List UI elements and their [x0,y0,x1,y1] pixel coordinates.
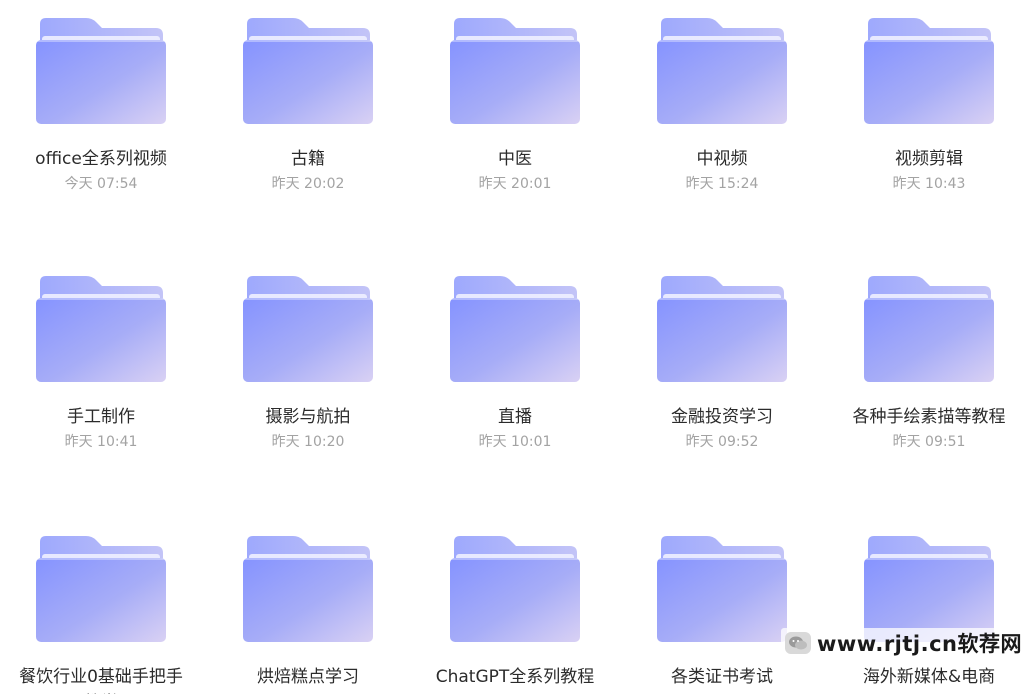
folder-item-sheying[interactable]: 摄影与航拍 昨天 10:20 [213,276,403,452]
folder-icon [243,536,373,642]
folder-grid: office全系列视频 今天 07:54 古籍 昨天 20:02 中医 昨天 2… [0,0,1034,694]
folder-name: 烘焙糕点学习 [257,667,359,687]
folder-item-hongbei[interactable]: 烘焙糕点学习 [213,536,403,692]
folder-icon [450,18,580,124]
folder-name: 中视频 [696,149,748,169]
folder-name: 视频剪辑 [895,149,963,169]
folder-name: 摄影与航拍 [265,407,351,427]
folder-name: office全系列视频 [35,149,167,169]
folder-date: 昨天 10:01 [478,434,552,450]
folder-name: 各类证书考试 [671,667,773,687]
folder-item-zhibo[interactable]: 直播 昨天 10:01 [420,276,610,452]
folder-date: 今天 07:54 [64,176,138,192]
folder-date: 昨天 09:51 [892,434,966,450]
folder-item-shougong[interactable]: 手工制作 昨天 10:41 [6,276,196,452]
folder-name: 古籍 [291,149,325,169]
folder-item-shouhui[interactable]: 各种手绘素描等教程 昨天 09:51 [834,276,1024,452]
folder-name: 直播 [498,407,532,427]
folder-item-zhongshipin[interactable]: 中视频 昨天 15:24 [627,18,817,194]
folder-icon [36,18,166,124]
watermark-text: www.rjtj.cn软荐网 [816,632,1022,656]
folder-date: 昨天 10:43 [892,176,966,192]
folder-icon [657,536,787,642]
folder-icon [864,276,994,382]
folder-date: 昨天 09:52 [685,434,759,450]
folder-item-haiwai[interactable]: 海外新媒体&电商 [834,536,1024,692]
folder-name: 餐饮行业0基础手把手教学 [19,667,183,694]
folder-icon [657,276,787,382]
folder-date: 昨天 15:24 [685,176,759,192]
folder-icon [657,18,787,124]
folder-icon [450,536,580,642]
folder-date: 昨天 20:02 [271,176,345,192]
folder-name: ChatGPT全系列教程 [435,667,595,687]
folder-item-chatgpt[interactable]: ChatGPT全系列教程 [420,536,610,692]
folder-date: 昨天 20:01 [478,176,552,192]
folder-name: 海外新媒体&电商 [862,667,996,687]
folder-icon [450,276,580,382]
folder-name: 手工制作 [67,407,135,427]
folder-item-zhongyi[interactable]: 中医 昨天 20:01 [420,18,610,194]
folder-icon [36,536,166,642]
folder-icon [243,276,373,382]
folder-name: 中医 [498,149,532,169]
folder-item-canyin[interactable]: 餐饮行业0基础手把手教学 [6,536,196,694]
folder-icon [36,276,166,382]
folder-item-zhengshu[interactable]: 各类证书考试 [627,536,817,692]
folder-icon [243,18,373,124]
folder-name: 各种手绘素描等教程 [852,407,1006,427]
folder-date: 昨天 10:20 [271,434,345,450]
folder-name: 金融投资学习 [671,407,773,427]
folder-date: 昨天 10:41 [64,434,138,450]
folder-item-office[interactable]: office全系列视频 今天 07:54 [6,18,196,194]
wechat-icon [784,632,811,654]
folder-icon [864,18,994,124]
folder-icon [864,536,994,642]
watermark: www.rjtj.cn软荐网 [780,628,1026,658]
folder-item-guji[interactable]: 古籍 昨天 20:02 [213,18,403,194]
folder-item-shipinjianji[interactable]: 视频剪辑 昨天 10:43 [834,18,1024,194]
folder-item-jinrong[interactable]: 金融投资学习 昨天 09:52 [627,276,817,452]
